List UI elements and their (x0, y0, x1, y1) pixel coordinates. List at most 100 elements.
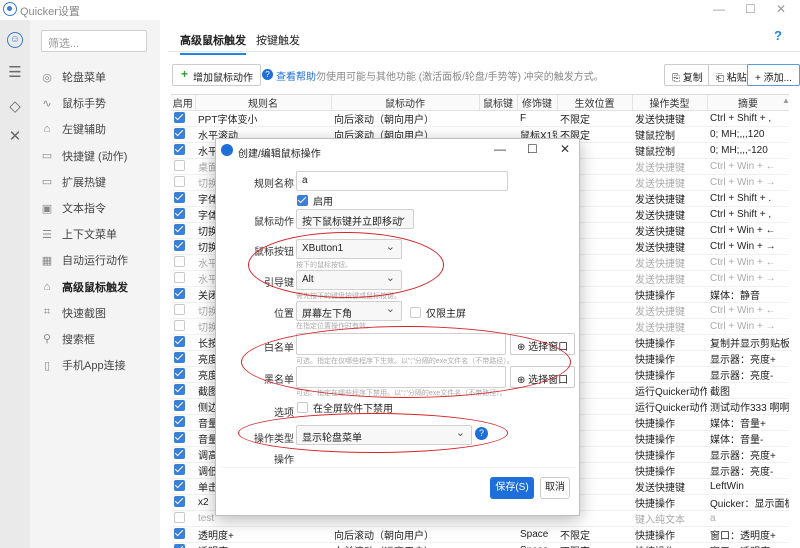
scroll-up-icon[interactable]: ▲ (782, 96, 790, 105)
checkbox-checked-icon[interactable] (174, 415, 185, 427)
checkbox-checked-icon[interactable] (174, 191, 185, 203)
enable-cell[interactable] (171, 510, 195, 527)
checkbox-checked-icon[interactable] (174, 207, 185, 219)
enable-cell[interactable] (171, 318, 195, 335)
enable-cell[interactable] (171, 398, 195, 415)
whitelist-input[interactable] (296, 333, 506, 355)
checkbox-checked-icon[interactable] (174, 111, 185, 123)
checkbox-empty-icon[interactable] (174, 271, 185, 283)
checkbox-checked-icon[interactable] (174, 527, 185, 539)
checkbox-checked-icon[interactable] (174, 383, 185, 395)
sidebar-item-3[interactable]: ▭ 快捷键 (动作) (30, 143, 160, 169)
checkbox-checked-icon[interactable] (174, 367, 185, 379)
tools-icon[interactable]: ✕ (6, 128, 24, 146)
position-select[interactable]: 屏幕左下角 (296, 301, 402, 321)
checkbox-empty-icon[interactable] (174, 175, 185, 187)
rule-name-input[interactable]: a (296, 171, 508, 191)
sidebar-item-10[interactable]: ⚲ 搜索框 (30, 326, 160, 352)
checkbox-checked-icon[interactable] (174, 351, 185, 363)
enable-cell[interactable] (171, 110, 195, 127)
tab-advanced-mouse[interactable]: 高级鼠标触发 (180, 32, 246, 55)
sidebar-item-2[interactable]: ⌂ 左键辅助 (30, 116, 160, 142)
fullscreen-disable-checkbox[interactable]: 在全屏软件下禁用 (297, 400, 393, 415)
filter-input[interactable]: 筛选... (41, 30, 147, 52)
enable-cell[interactable] (171, 462, 195, 479)
enable-cell[interactable] (171, 414, 195, 431)
column-header[interactable]: 鼠标动作 (331, 95, 480, 111)
enable-cell[interactable] (171, 126, 195, 143)
sidebar-item-5[interactable]: ▣ 文本指令 (30, 195, 160, 221)
mouse-action-select[interactable]: 按下鼠标键并立即移动 (296, 209, 414, 229)
whitelist-choose-window-button[interactable]: ⊕ 选择窗口 (510, 333, 576, 355)
sidebar-item-1[interactable]: ∿ 鼠标手势 (30, 90, 160, 116)
checkbox-checked-icon[interactable] (174, 463, 185, 475)
dialog-minimize-icon[interactable]: — (494, 142, 506, 156)
enable-cell[interactable] (171, 238, 195, 255)
checkbox-empty-icon[interactable] (174, 255, 185, 267)
column-header[interactable]: 摘要 (707, 95, 789, 111)
enable-cell[interactable] (171, 286, 195, 303)
enable-cell[interactable] (171, 222, 195, 239)
checkbox-empty-icon[interactable] (174, 511, 185, 523)
copy-button[interactable]: ⎘ 复制 (664, 64, 711, 86)
enable-cell[interactable] (171, 206, 195, 223)
table-row[interactable]: PPT字体变小 向后滚动（朝向用户） F 不限定 发送快捷键 Ctrl + Shift +… (171, 110, 789, 127)
maximize-icon[interactable]: ☐ (745, 2, 756, 16)
enable-checkbox[interactable]: 启用 (297, 193, 333, 208)
checkbox-empty-icon[interactable] (174, 303, 185, 315)
enable-cell[interactable] (171, 158, 195, 175)
checkbox-checked-icon[interactable] (174, 479, 185, 491)
checkbox-empty-icon[interactable] (174, 159, 185, 171)
operation-type-select[interactable]: 显示轮盘菜单 (296, 425, 472, 445)
column-header[interactable]: 启用 (171, 95, 196, 111)
table-scrollbar[interactable]: ▲ (782, 96, 790, 226)
checkbox-checked-icon[interactable] (174, 495, 185, 507)
enable-cell[interactable] (171, 142, 195, 159)
sidebar-item-8[interactable]: ⌂ 高级鼠标触发 (30, 274, 160, 300)
column-header[interactable]: 鼠标键 (479, 95, 518, 111)
column-header[interactable]: 生效位置 (557, 95, 633, 111)
checkbox-checked-icon[interactable] (174, 287, 185, 299)
shapes-icon[interactable]: ◇ (6, 98, 24, 116)
enable-cell[interactable] (171, 430, 195, 447)
sidebar-item-4[interactable]: ▭ 扩展热键 (30, 169, 160, 195)
enable-cell[interactable] (171, 302, 195, 319)
enable-cell[interactable] (171, 366, 195, 383)
user-avatar-icon[interactable]: ☺ (7, 32, 23, 48)
checkbox-checked-icon[interactable] (174, 447, 185, 459)
sidebar-item-6[interactable]: ☰ 上下文菜单 (30, 221, 160, 247)
cancel-button[interactable]: 取消 (540, 477, 570, 499)
enable-cell[interactable] (171, 526, 195, 543)
save-button[interactable]: 保存(S) (490, 477, 534, 499)
checkbox-checked-icon[interactable] (174, 431, 185, 443)
checkbox-empty-icon[interactable] (174, 319, 185, 331)
checkbox-checked-icon[interactable] (174, 543, 185, 548)
enable-cell[interactable] (171, 254, 195, 271)
enable-cell[interactable] (171, 174, 195, 191)
help-icon[interactable]: ? (774, 28, 782, 43)
mouse-button-select[interactable]: XButton1 (296, 239, 402, 259)
enable-cell[interactable] (171, 382, 195, 399)
column-header[interactable]: 规则名 (195, 95, 332, 111)
checkbox-checked-icon[interactable] (174, 127, 185, 139)
enable-cell[interactable] (171, 334, 195, 351)
sidebar-item-0[interactable]: ◎ 轮盘菜单 (30, 64, 160, 90)
enable-cell[interactable] (171, 494, 195, 511)
enable-cell[interactable] (171, 446, 195, 463)
sliders-icon[interactable]: ☰ (6, 64, 24, 82)
add-more-button[interactable]: + 添加... (747, 64, 800, 86)
enable-cell[interactable] (171, 270, 195, 287)
enable-cell[interactable] (171, 350, 195, 367)
checkbox-checked-icon[interactable] (174, 399, 185, 411)
blacklist-choose-window-button[interactable]: ⊕ 选择窗口 (510, 366, 576, 388)
table-row[interactable]: 透明度-向前滚动（远离用户） Space不限定快捷操作窗口：透明度- (171, 542, 789, 548)
question-icon[interactable]: ? (475, 427, 488, 440)
view-help-link[interactable]: 查看帮助 (276, 68, 316, 83)
checkbox-checked-icon[interactable] (174, 239, 185, 251)
enable-cell[interactable] (171, 190, 195, 207)
column-header[interactable]: 修饰键 (517, 95, 558, 111)
close-icon[interactable]: ✕ (776, 2, 786, 16)
checkbox-checked-icon[interactable] (174, 223, 185, 235)
checkbox-checked-icon[interactable] (174, 335, 185, 347)
sidebar-item-9[interactable]: ⌗ 快速截图 (30, 300, 160, 326)
